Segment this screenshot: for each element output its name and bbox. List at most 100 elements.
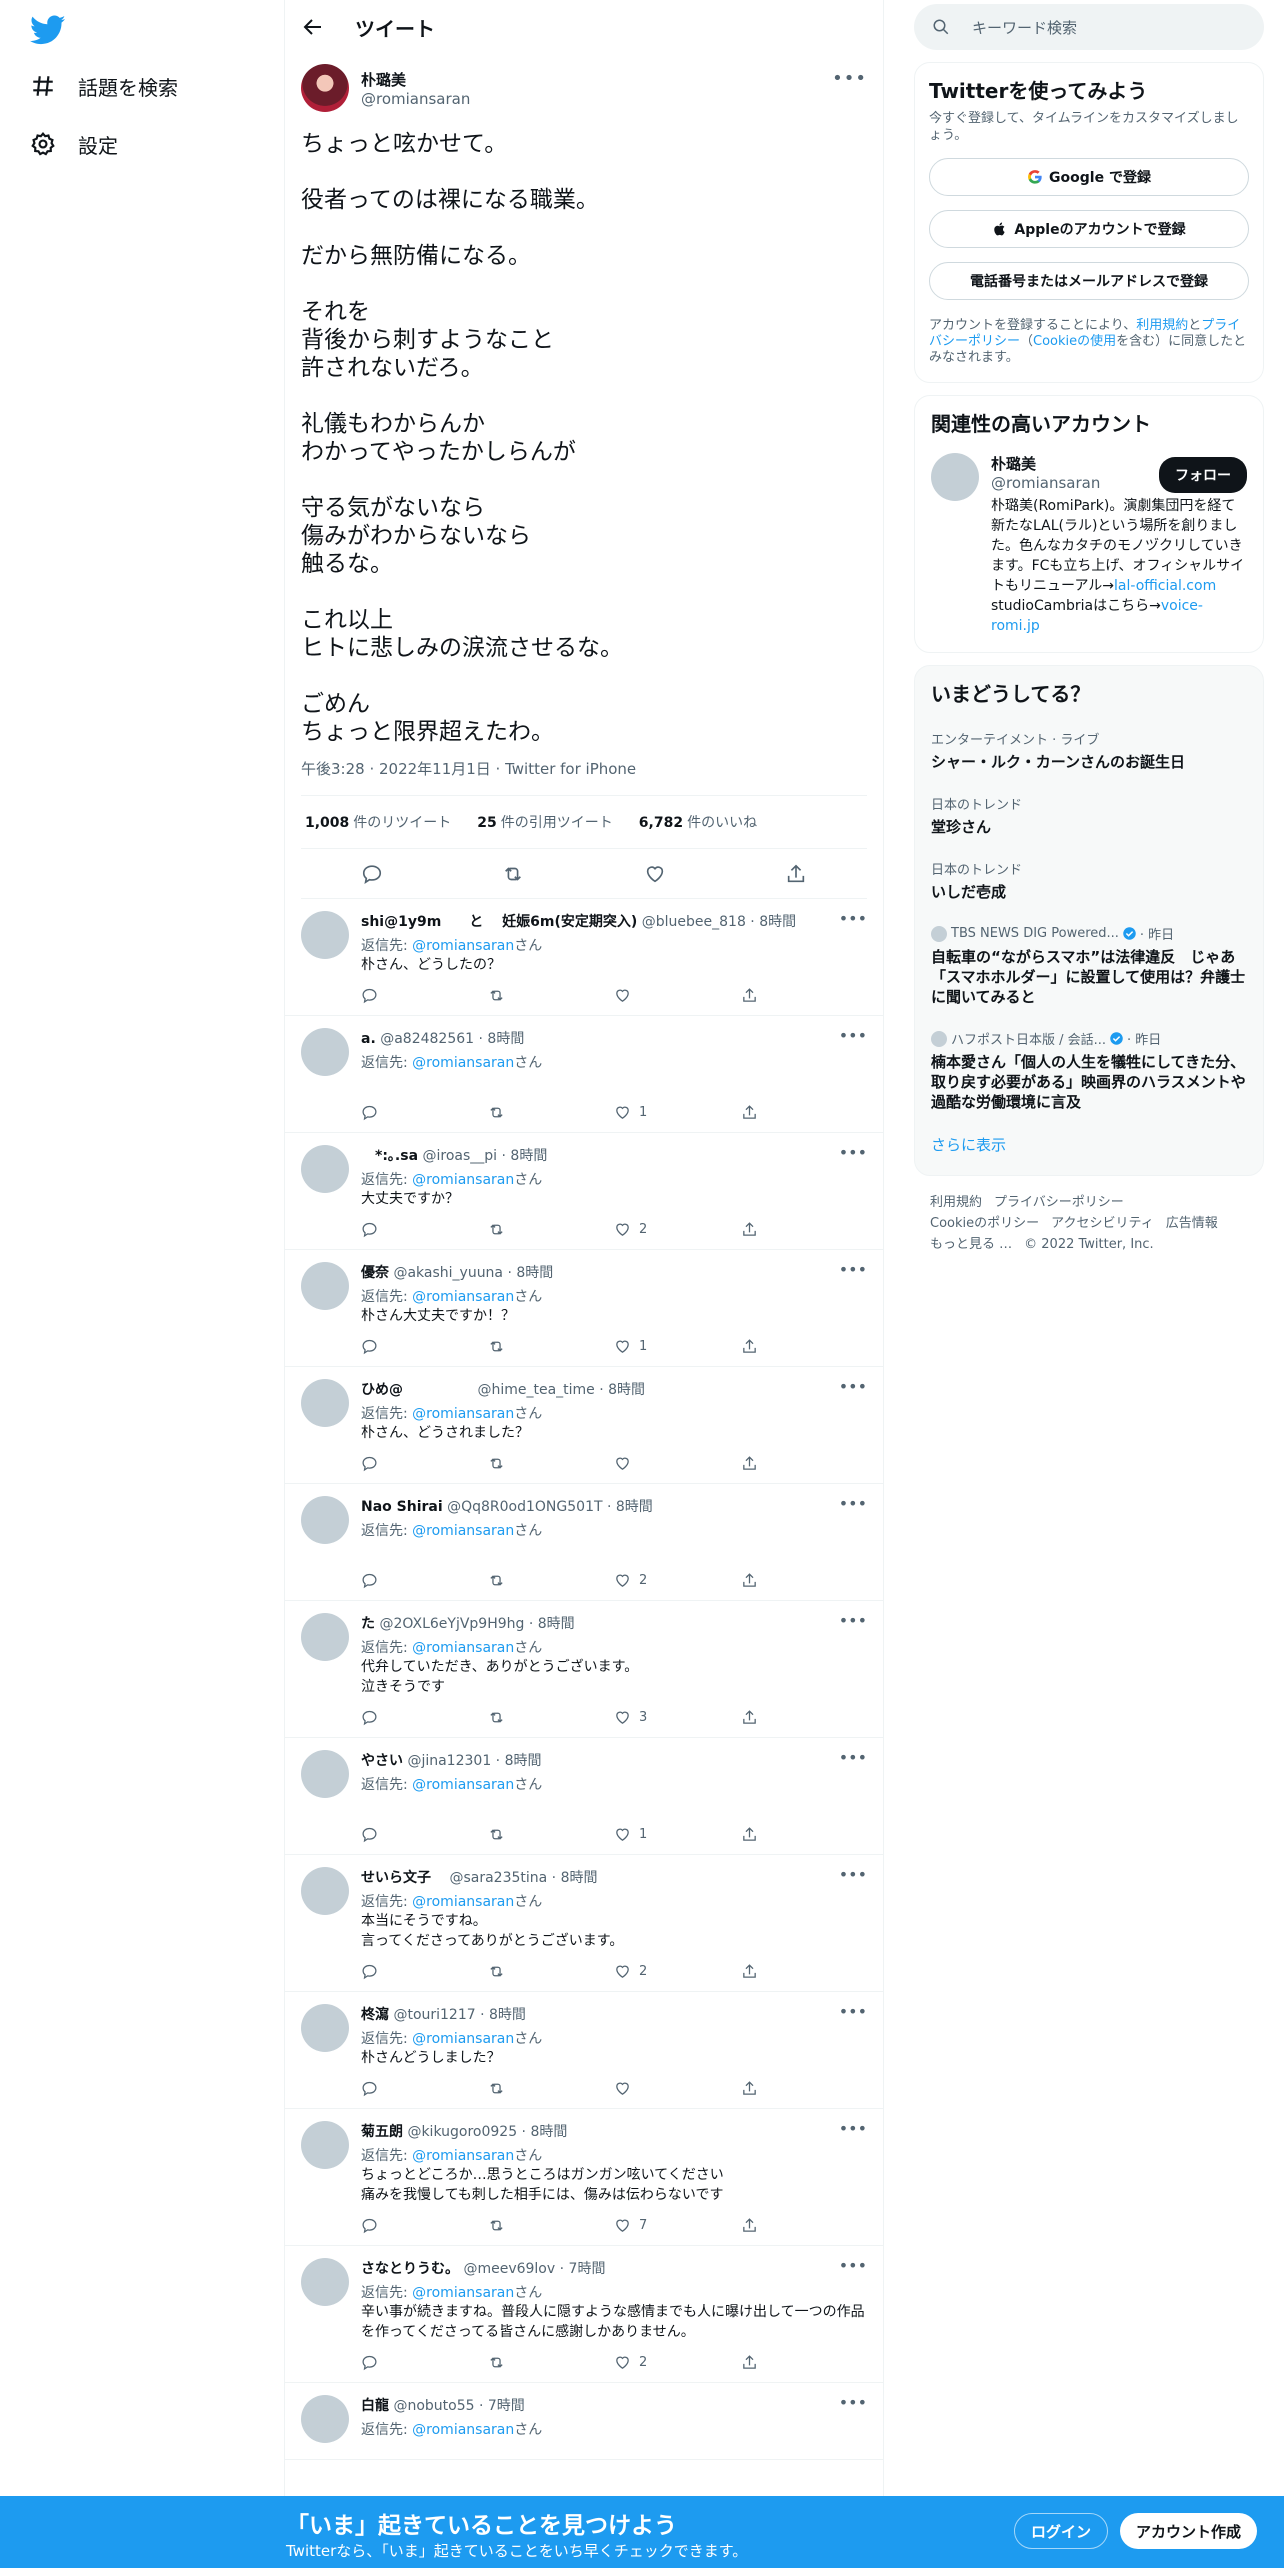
retweet-button[interactable]	[488, 1826, 615, 1843]
reply-time[interactable]: 7時間	[488, 2398, 525, 2414]
like-button[interactable]: 1	[614, 1104, 741, 1121]
share-button[interactable]	[741, 1826, 868, 1843]
share-button[interactable]	[741, 1572, 868, 1589]
apple-signup-button[interactable]: Appleのアカウントで登録	[929, 210, 1249, 248]
footer-link[interactable]: もっと見る …	[930, 1237, 1012, 1252]
reply-tweet[interactable]: shi@1y9m と 妊娠6m(安定期突入) @bluebee_818 · 8時…	[285, 899, 883, 1016]
like-button[interactable]	[614, 1455, 741, 1472]
avatar[interactable]	[301, 1613, 349, 1661]
reply-time[interactable]: 8時間	[487, 1031, 524, 1047]
share-button[interactable]	[741, 1709, 868, 1726]
cookie-link[interactable]: Cookieの使用	[1033, 334, 1116, 349]
news-item[interactable]: TBS NEWS DIG Powered... · 昨日 自転車の“ながらスマホ”…	[931, 924, 1247, 1007]
reply-time[interactable]: 8時間	[510, 1148, 547, 1164]
more-icon[interactable]: •••	[832, 68, 867, 89]
more-icon[interactable]: •••	[839, 1748, 867, 1767]
mention-link[interactable]: @romiansaran	[412, 2422, 514, 2438]
reply-time[interactable]: 8時間	[489, 2007, 526, 2023]
mention-link[interactable]: @romiansaran	[412, 1055, 514, 1071]
reply-author-handle[interactable]: @hime_tea_time	[477, 1382, 594, 1398]
more-icon[interactable]: •••	[839, 1611, 867, 1630]
reply-time[interactable]: 8時間	[759, 914, 796, 930]
more-icon[interactable]: •••	[839, 1494, 867, 1513]
reply-tweet[interactable]: Nao Shirai @Qq8R0od1ONG501T · 8時間 ••• 返信…	[285, 1484, 883, 1601]
reply-button[interactable]	[361, 1455, 488, 1472]
reply-author-handle[interactable]: @meev69lov	[463, 2261, 555, 2277]
mention-link[interactable]: @romiansaran	[412, 2148, 514, 2164]
retweets-stat[interactable]: 1,008 件のリツイート	[305, 812, 451, 832]
trend-item[interactable]: 日本のトレンド 堂珍さん	[931, 794, 1247, 837]
reply-time[interactable]: 8時間	[505, 1753, 542, 1769]
reply-author-name[interactable]: 優奈	[361, 1265, 389, 1281]
reply-tweet[interactable]: ひめ@ @hime_tea_time · 8時間 ••• 返信先: @romia…	[285, 1367, 883, 1484]
like-button[interactable]: 7	[614, 2217, 741, 2234]
share-button[interactable]	[741, 1221, 868, 1238]
trend-item[interactable]: 日本のトレンド いしだ壱成	[931, 859, 1247, 902]
retweet-button[interactable]	[488, 1963, 615, 1980]
more-icon[interactable]: •••	[839, 1143, 867, 1162]
reply-tweet[interactable]: 柊瀉 @touri1217 · 8時間 ••• 返信先: @romiansara…	[285, 1992, 883, 2109]
share-button[interactable]	[741, 1338, 868, 1355]
avatar[interactable]	[301, 1145, 349, 1193]
terms-link[interactable]: 利用規約	[1136, 318, 1188, 333]
more-icon[interactable]: •••	[839, 2119, 867, 2138]
nav-settings[interactable]: 設定	[30, 124, 118, 164]
share-button[interactable]	[741, 987, 868, 1004]
like-icon[interactable]	[644, 863, 666, 885]
reply-button[interactable]	[361, 1572, 488, 1589]
more-icon[interactable]: •••	[839, 909, 867, 928]
avatar[interactable]	[301, 1867, 349, 1915]
share-button[interactable]	[741, 2080, 868, 2097]
follow-button[interactable]: フォロー	[1159, 457, 1247, 493]
reply-time[interactable]: 8時間	[616, 1499, 653, 1515]
reply-author-handle[interactable]: @nobuto55	[393, 2398, 474, 2414]
reply-author-handle[interactable]: @akashi_yuuna	[393, 1265, 503, 1281]
reply-author-handle[interactable]: @bluebee_818	[642, 914, 746, 930]
retweet-button[interactable]	[488, 1455, 615, 1472]
more-icon[interactable]: •••	[839, 2256, 867, 2275]
reply-author-name[interactable]: た	[361, 1616, 375, 1632]
footer-link[interactable]: 広告情報	[1166, 1216, 1218, 1231]
reply-tweet[interactable]: さなとりうむ。 @meev69lov · 7時間 ••• 返信先: @romia…	[285, 2246, 883, 2383]
mention-link[interactable]: @romiansaran	[412, 2031, 514, 2047]
google-signup-button[interactable]: Google で登録	[929, 158, 1249, 196]
reply-button[interactable]	[361, 1104, 488, 1121]
reply-author-name[interactable]: Nao Shirai	[361, 1499, 443, 1515]
tweet-timestamp[interactable]: 午後3:28 · 2022年11月1日 · Twitter for iPhone	[301, 758, 867, 796]
mention-link[interactable]: @romiansaran	[412, 1523, 514, 1539]
mention-link[interactable]: @romiansaran	[412, 938, 514, 954]
reply-author-handle[interactable]: @a82482561	[380, 1031, 474, 1047]
signup-button[interactable]: アカウント作成	[1120, 2513, 1258, 2549]
reply-button[interactable]	[361, 2080, 488, 2097]
like-button[interactable]: 2	[614, 1221, 741, 1238]
reply-button[interactable]	[361, 1826, 488, 1843]
avatar[interactable]	[301, 1496, 349, 1544]
search-input[interactable]: キーワード検索	[914, 4, 1264, 50]
show-more-link[interactable]: さらに表示	[931, 1134, 1247, 1155]
reply-author-handle[interactable]: @touri1217	[393, 2007, 475, 2023]
reply-author-handle[interactable]: @Qq8R0od1ONG501T	[447, 1499, 602, 1515]
avatar[interactable]	[931, 453, 979, 501]
reply-author-name[interactable]: a.	[361, 1031, 376, 1047]
more-icon[interactable]: •••	[839, 1377, 867, 1396]
like-button[interactable]: 3	[614, 1709, 741, 1726]
reply-time[interactable]: 8時間	[561, 1870, 598, 1886]
avatar[interactable]	[301, 1379, 349, 1427]
retweet-button[interactable]	[488, 1221, 615, 1238]
retweet-button[interactable]	[488, 2080, 615, 2097]
mention-link[interactable]: @romiansaran	[412, 2285, 514, 2301]
reply-time[interactable]: 8時間	[608, 1382, 645, 1398]
reply-author-name[interactable]: やさい	[361, 1753, 403, 1769]
footer-link[interactable]: 利用規約	[930, 1195, 982, 1210]
trend-item[interactable]: エンターテイメント · ライブ シャー・ルク・カーンさんのお誕生日	[931, 729, 1247, 772]
like-button[interactable]: 2	[614, 1572, 741, 1589]
quotes-stat[interactable]: 25 件の引用ツイート	[477, 812, 612, 832]
share-button[interactable]	[741, 1104, 868, 1121]
avatar[interactable]	[301, 2395, 349, 2443]
more-icon[interactable]: •••	[839, 2002, 867, 2021]
twitter-logo-icon[interactable]	[30, 12, 66, 48]
more-icon[interactable]: •••	[839, 1026, 867, 1045]
reply-time[interactable]: 7時間	[569, 2261, 606, 2277]
reply-button[interactable]	[361, 2217, 488, 2234]
mention-link[interactable]: @romiansaran	[412, 1289, 514, 1305]
